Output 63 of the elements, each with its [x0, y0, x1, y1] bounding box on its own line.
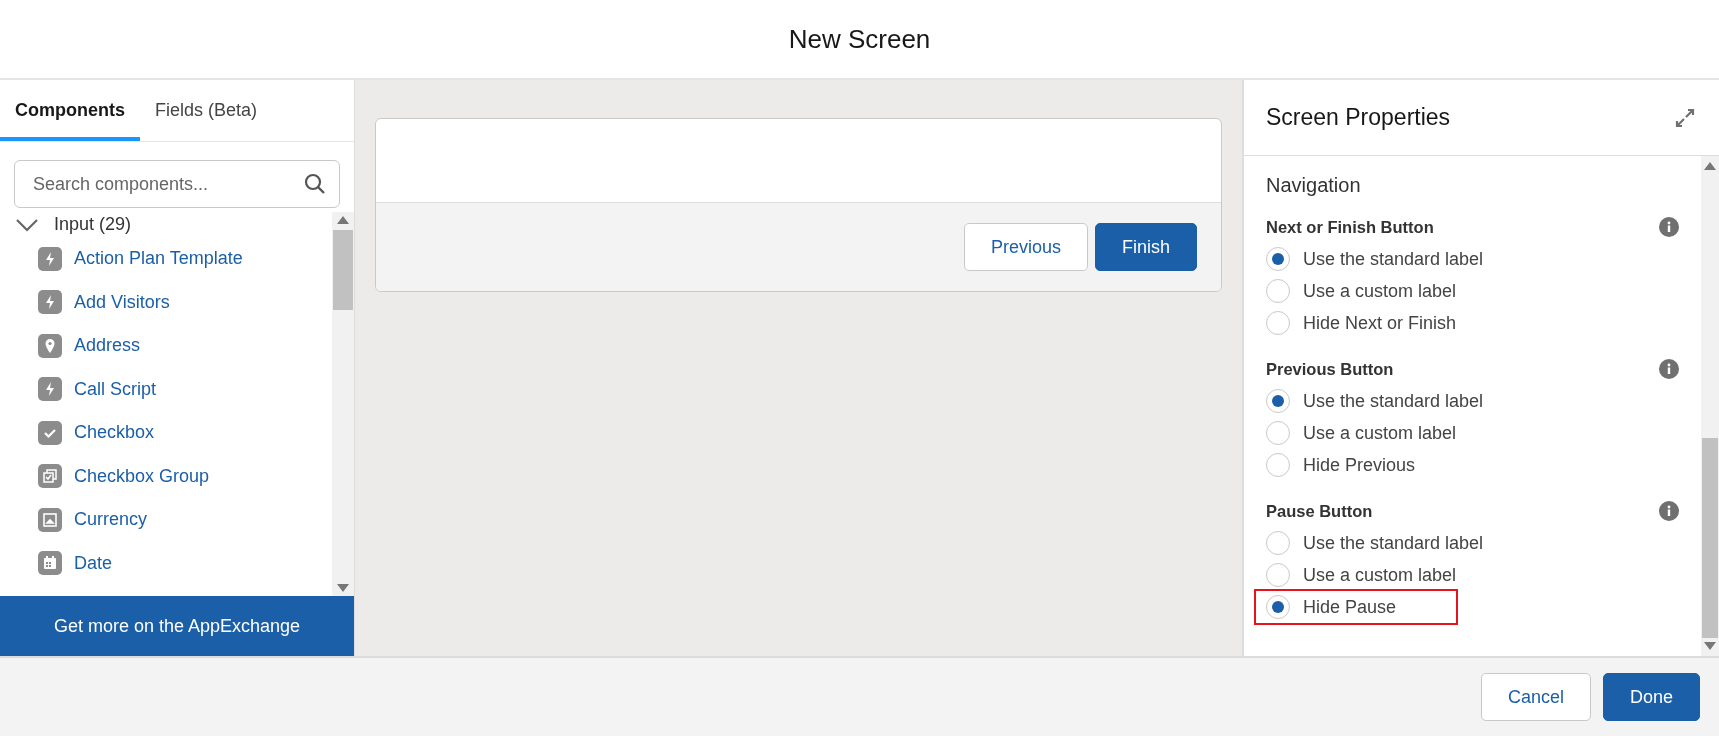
info-icon[interactable]: [1659, 359, 1679, 379]
radio-option[interactable]: Use the standard label: [1266, 243, 1544, 275]
scrollbar[interactable]: [332, 212, 354, 596]
nav-button[interactable]: Previous: [963, 223, 1088, 271]
radio-button[interactable]: [1266, 279, 1290, 303]
calendar-icon: [38, 551, 62, 576]
radio-button[interactable]: [1266, 563, 1290, 587]
group-label: Next or Finish Button: [1266, 217, 1434, 237]
component-link[interactable]: Add Visitors: [74, 291, 170, 313]
location-pin-icon: [38, 333, 62, 358]
scroll-down-icon[interactable]: [1704, 642, 1716, 650]
expand-icon[interactable]: [1675, 107, 1695, 128]
radio-button[interactable]: [1266, 247, 1290, 271]
radio-option[interactable]: Hide Previous: [1266, 449, 1476, 481]
footer-button[interactable]: Cancel: [1480, 673, 1591, 721]
modal-title: New Screen: [788, 23, 931, 55]
search-field[interactable]: Search components...: [14, 160, 340, 208]
checkmark-icon: [38, 420, 62, 445]
radio-button[interactable]: [1266, 421, 1290, 445]
appexchange-link[interactable]: Get more on the AppExchange: [0, 596, 354, 656]
component-link[interactable]: Address: [74, 335, 141, 357]
lightning-icon: [38, 290, 62, 315]
section-heading: Navigation: [1266, 174, 1362, 197]
radio-option[interactable]: Use the standard label: [1266, 385, 1544, 417]
highlighted-radio-option[interactable]: Hide Pause: [1256, 591, 1457, 623]
radio-option[interactable]: Use the standard label: [1266, 527, 1544, 559]
group-label: Previous Button: [1266, 359, 1394, 379]
tab[interactable]: Fields (Beta): [140, 80, 273, 141]
radio-button[interactable]: [1266, 531, 1290, 555]
group-header[interactable]: Input (29): [16, 212, 132, 237]
lightning-icon: [38, 246, 62, 271]
tab[interactable]: Components: [0, 80, 140, 141]
radio-button[interactable]: [1266, 311, 1290, 335]
radio-button[interactable]: [1266, 389, 1290, 413]
radio-option[interactable]: Use a custom label: [1266, 417, 1517, 449]
checkbox-group-icon: [38, 464, 62, 489]
scrollbar-thumb[interactable]: [333, 230, 353, 310]
radio-button[interactable]: [1266, 595, 1290, 619]
nav-button[interactable]: Finish: [1095, 223, 1197, 271]
info-icon[interactable]: [1659, 217, 1679, 237]
chevron-icon: [16, 217, 38, 232]
currency-icon: [38, 507, 62, 532]
component-link[interactable]: Action Plan Template: [74, 248, 243, 270]
component-link[interactable]: Checkbox Group: [74, 465, 210, 487]
lightning-icon: [38, 377, 62, 402]
scroll-down-icon[interactable]: [337, 584, 349, 592]
radio-option[interactable]: Use a custom label: [1266, 275, 1517, 307]
component-link[interactable]: Checkbox: [74, 422, 155, 444]
radio-button[interactable]: [1266, 453, 1290, 477]
component-link[interactable]: Call Script: [74, 378, 157, 400]
component-link[interactable]: Date: [74, 552, 113, 574]
component-link[interactable]: Currency: [74, 509, 148, 531]
panel-title: Screen Properties: [1266, 104, 1451, 131]
scrollbar[interactable]: [1701, 156, 1719, 656]
scrollbar-thumb[interactable]: [1702, 438, 1718, 638]
radio-option[interactable]: Hide Next or Finish: [1266, 307, 1517, 339]
footer-button[interactable]: Done: [1602, 673, 1700, 721]
group-label: Pause Button: [1266, 501, 1373, 521]
radio-option[interactable]: Use a custom label: [1266, 559, 1517, 591]
scroll-up-icon[interactable]: [337, 216, 349, 224]
info-icon[interactable]: [1659, 501, 1679, 521]
search-icon: [304, 173, 326, 195]
scroll-up-icon[interactable]: [1704, 162, 1716, 170]
